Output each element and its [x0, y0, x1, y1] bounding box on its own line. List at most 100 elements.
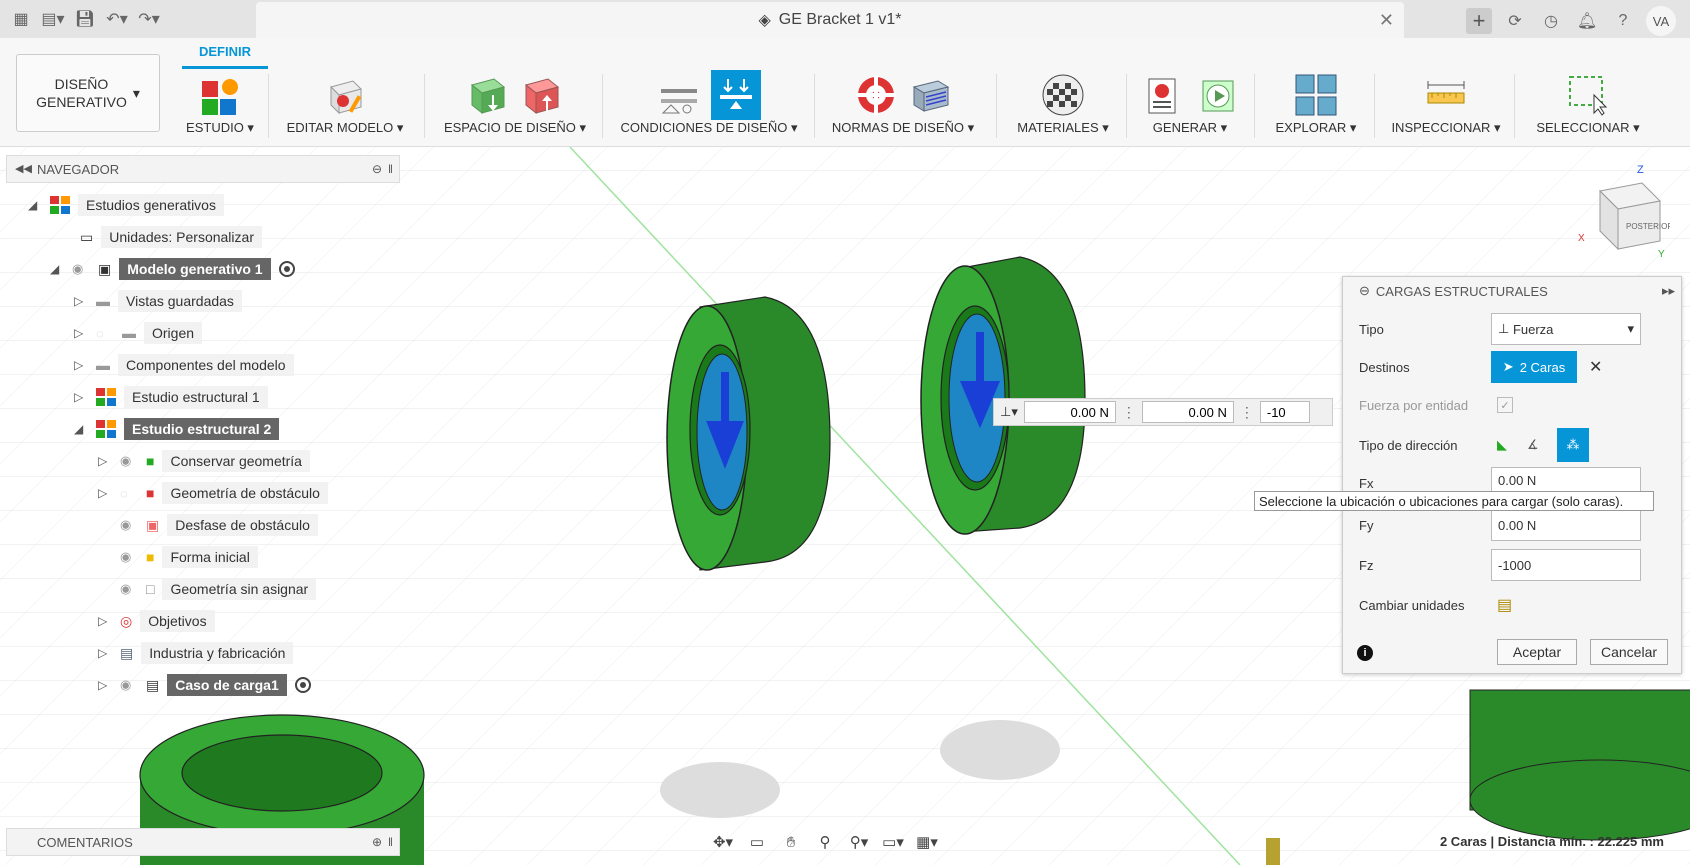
tree-node-unidades[interactable]: ▭ Unidades: Personalizar	[80, 224, 262, 250]
tree-node-componentes[interactable]: ▷ ▬ Componentes del modelo	[74, 352, 294, 378]
group-normas-diseno[interactable]: NORMAS DE DISEÑO ▾	[828, 70, 978, 144]
workspace-switcher[interactable]: DISEÑO GENERATIVO ▾	[16, 54, 160, 132]
display-settings-icon[interactable]: ▭▾	[880, 830, 906, 854]
viewcube[interactable]: POSTERIOR Z X Y	[1560, 159, 1673, 260]
visibility-eye-icon[interactable]: ◉	[120, 517, 138, 533]
fy-input[interactable]	[1141, 401, 1234, 423]
tree-node-estudio-estructural-1[interactable]: ▷ Estudio estructural 1	[74, 384, 268, 410]
collapsed-icon[interactable]: ▷	[98, 614, 112, 628]
tree-node-vistas-guardadas[interactable]: ▷ ▬ Vistas guardadas	[74, 288, 242, 314]
panel-grip-icon[interactable]: ‖	[388, 835, 393, 849]
collapsed-icon[interactable]: ▷	[74, 358, 88, 372]
group-explorar[interactable]: EXPLORAR ▾	[1268, 70, 1364, 144]
group-editar-modelo[interactable]: EDITAR MODELO ▾	[280, 70, 410, 144]
add-comment-icon[interactable]: ⊕	[372, 835, 382, 849]
info-icon[interactable]: i	[1357, 645, 1373, 661]
tree-node-estudio-estructural-2[interactable]: ◢ Estudio estructural 2	[74, 416, 280, 442]
fuerza-entidad-checkbox[interactable]: ✓	[1497, 397, 1513, 413]
hidden-eye-icon[interactable]: ◌	[96, 326, 114, 341]
tree-node-desfase-obstaculo[interactable]: ◉ ▣ Desfase de obstáculo	[120, 512, 318, 538]
apps-grid-icon[interactable]: ▦	[8, 6, 34, 32]
clear-selection-icon[interactable]: ✕	[1589, 357, 1602, 377]
undo-icon[interactable]: ↶▾	[104, 6, 130, 32]
comments-panel[interactable]: COMENTARIOS ⊕ ‖	[6, 828, 400, 856]
cancel-button[interactable]: Cancelar	[1590, 639, 1668, 665]
look-at-icon[interactable]: ▭	[744, 830, 770, 854]
fy-field[interactable]: 0.00 N	[1491, 509, 1641, 541]
ring-right[interactable]	[920, 256, 1086, 535]
tree-node-forma-inicial[interactable]: ◉ ■ Forma inicial	[120, 544, 258, 570]
group-estudio[interactable]: ESTUDIO ▾	[180, 70, 260, 144]
file-menu-icon[interactable]: ▤▾	[40, 6, 66, 32]
collapsed-icon[interactable]: ▷	[98, 646, 112, 660]
collapsed-icon[interactable]: ▷	[74, 326, 88, 340]
force-type-icon[interactable]: ⊥▾	[1000, 404, 1018, 420]
tree-node-industria-fabricacion[interactable]: ▷ ▤ Industria y fabricación	[98, 640, 294, 666]
collapsed-icon[interactable]: ▷	[98, 454, 112, 468]
collapsed-icon[interactable]: ▷	[98, 486, 112, 500]
group-condiciones-diseno[interactable]: CONDICIONES DE DISEÑO ▾	[618, 70, 800, 144]
group-seleccionar[interactable]: SELECCIONAR ▾	[1528, 70, 1648, 144]
more-options-icon[interactable]: ⋮	[1122, 404, 1136, 421]
help-icon[interactable]: ?	[1610, 8, 1636, 34]
tipo-select[interactable]: ⊥ Fuerza ▾	[1491, 313, 1641, 345]
user-avatar[interactable]: VA	[1646, 6, 1676, 36]
expand-dialog-icon[interactable]: ▸▸	[1662, 283, 1675, 299]
visibility-eye-icon[interactable]: ◉	[120, 581, 138, 597]
grid-settings-icon[interactable]: ▦▾	[914, 830, 940, 854]
fx-field[interactable]: 0.00 N	[1491, 467, 1641, 493]
expanded-icon[interactable]: ◢	[74, 422, 88, 436]
panel-grip-icon[interactable]: ‖	[388, 162, 393, 176]
fit-icon[interactable]: ⚲▾	[846, 830, 872, 854]
orbit-icon[interactable]: ✥▾	[710, 830, 736, 854]
collapsed-icon[interactable]: ▷	[74, 390, 88, 404]
minimize-icon[interactable]: ⊖	[372, 162, 382, 176]
collapsed-icon[interactable]: ▷	[98, 678, 112, 692]
activate-radio-icon[interactable]	[294, 677, 311, 693]
direction-angle-icon[interactable]: ∡	[1527, 437, 1557, 453]
visibility-eye-icon[interactable]: ◉	[120, 453, 138, 469]
tree-node-modelo-generativo[interactable]: ◢ ◉ ▣ Modelo generativo 1	[50, 256, 295, 282]
expanded-icon[interactable]: ◢	[28, 198, 42, 212]
visibility-eye-icon[interactable]: ◉	[72, 261, 90, 277]
collapsed-icon[interactable]: ▷	[74, 294, 88, 308]
save-icon[interactable]: 💾︎	[72, 6, 98, 32]
zoom-icon[interactable]: ⚲	[812, 830, 838, 854]
fz-field[interactable]: -1000	[1491, 549, 1641, 581]
tree-node-geometria-sin-asignar[interactable]: ◉ □ Geometría sin asignar	[120, 576, 317, 602]
group-generar[interactable]: GENERAR ▾	[1140, 70, 1240, 144]
expanded-icon[interactable]: ◢	[50, 262, 64, 276]
cylinder-bottom-right[interactable]	[1469, 689, 1690, 841]
visibility-eye-icon[interactable]: ◉	[120, 549, 138, 565]
collapse-icon[interactable]: ◀◀	[15, 162, 32, 175]
direction-normal-icon[interactable]: ◣	[1497, 437, 1527, 453]
redo-icon[interactable]: ↷▾	[136, 6, 162, 32]
direction-vectors-icon[interactable]: ⁂	[1557, 428, 1589, 462]
tree-node-objetivos[interactable]: ▷ ◎ Objetivos	[98, 608, 215, 634]
hidden-eye-icon[interactable]: ◌	[120, 486, 138, 501]
destinos-select-button[interactable]: ➤ 2 Caras	[1491, 351, 1577, 383]
navigator-header[interactable]: ◀◀ NAVEGADOR ⊖ ‖	[6, 155, 400, 183]
tree-node-conservar-geometria[interactable]: ▷ ◉ ■ Conservar geometría	[98, 448, 310, 474]
new-tab-button[interactable]: +	[1466, 8, 1492, 34]
close-tab-icon[interactable]: ✕	[1379, 10, 1394, 31]
visibility-eye-icon[interactable]: ◉	[120, 677, 138, 693]
group-inspeccionar[interactable]: INSPECCIONAR ▾	[1388, 70, 1504, 144]
group-materiales[interactable]: MATERIALES ▾	[1010, 70, 1116, 144]
more-options-icon[interactable]: ⋮	[1240, 404, 1254, 421]
fx-input[interactable]	[1023, 401, 1116, 423]
activate-radio-icon[interactable]	[278, 261, 295, 277]
accept-button[interactable]: Aceptar	[1497, 639, 1577, 665]
tab-definir[interactable]: DEFINIR	[182, 44, 268, 59]
dialog-minimize-icon[interactable]: ⊖	[1359, 283, 1370, 299]
fz-input[interactable]	[1259, 401, 1310, 423]
extensions-icon[interactable]: ⟳	[1502, 8, 1528, 34]
tree-node-geometria-obstaculo[interactable]: ▷ ◌ ■ Geometría de obstáculo	[98, 480, 328, 506]
document-tab[interactable]: ◈ GE Bracket 1 v1* ✕	[256, 2, 1404, 38]
tree-node-caso-de-carga[interactable]: ▷ ◉ ▤ Caso de carga1	[98, 672, 311, 698]
tree-node-origen[interactable]: ▷ ◌ ▬ Origen	[74, 320, 203, 346]
ring-left[interactable]	[666, 296, 831, 571]
tree-node-estudios-generativos[interactable]: ◢ Estudios generativos	[28, 192, 224, 218]
job-status-icon[interactable]: ◷	[1538, 8, 1564, 34]
notifications-icon[interactable]: 🔔︎	[1574, 8, 1600, 34]
